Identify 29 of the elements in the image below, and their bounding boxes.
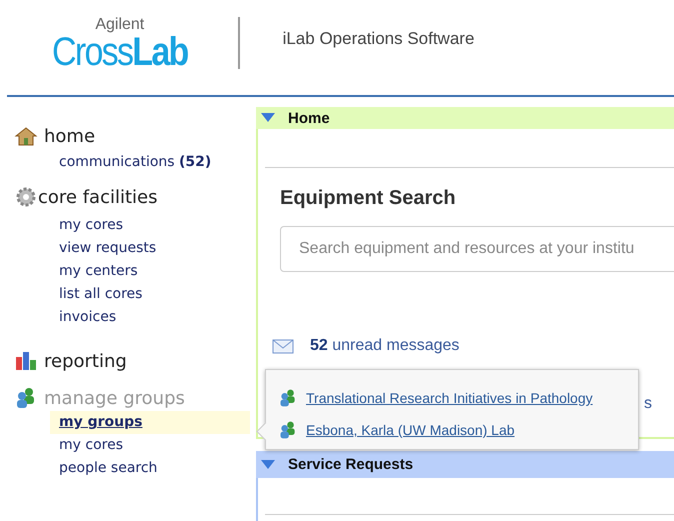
collapse-triangle-icon: [261, 460, 275, 470]
section-heading: Equipment Search: [280, 186, 457, 211]
nav-link[interactable]: invoices: [0, 306, 250, 329]
house-icon: [14, 126, 38, 146]
nav-link[interactable]: view requests: [0, 237, 250, 260]
search-field[interactable]: Search equipment and resources at your institu: [280, 226, 674, 272]
nav-section[interactable]: reporting: [44, 350, 127, 372]
panel-header[interactable]: Service Requests: [256, 451, 674, 478]
logo-tagline: Agilent: [95, 16, 144, 32]
nav-link[interactable]: list all cores: [0, 283, 250, 306]
group-link[interactable]: Translational Research Initiatives in Pathology: [306, 390, 593, 406]
nav-section[interactable]: core facilities: [38, 186, 158, 208]
bar-chart-icon: [14, 351, 38, 371]
logo-wordmark: CrossLab: [52, 32, 188, 70]
envelope-icon: [272, 338, 294, 354]
nav-link[interactable]: my cores: [0, 214, 250, 237]
gear-icon: [14, 186, 38, 208]
collapse-triangle-icon: [261, 113, 275, 123]
messages-link[interactable]: 52 unread messages: [310, 337, 460, 355]
nav-link[interactable]: people search: [0, 457, 250, 480]
panel-header[interactable]: Home: [256, 107, 674, 129]
nav-link[interactable]: my groups: [50, 411, 250, 434]
product-name: iLab Operations Software: [282, 28, 474, 48]
nav-link[interactable]: communications (52): [0, 151, 250, 174]
nav-section[interactable]: home: [44, 126, 96, 146]
group-link[interactable]: Esbona, Karla (UW Madison) Lab: [306, 422, 515, 438]
link-text[interactable]: s: [644, 395, 652, 413]
nav-link[interactable]: my centers: [0, 260, 250, 283]
nav-link[interactable]: my cores: [0, 434, 250, 457]
